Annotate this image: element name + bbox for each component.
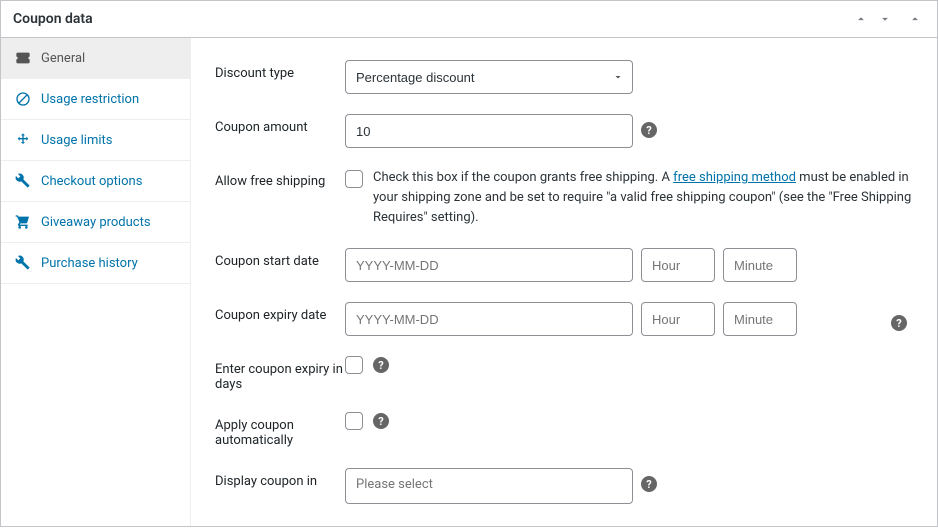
panel-controls <box>851 9 925 29</box>
field-label: Apply coupon automatically <box>215 412 345 448</box>
cart-icon <box>15 214 31 230</box>
field-label: Allow free shipping <box>215 168 345 189</box>
field-label: Coupon start date <box>215 248 345 269</box>
field-label: Coupon amount <box>215 114 345 135</box>
panel-title: Coupon data <box>13 11 93 27</box>
free-shipping-method-link[interactable]: free shipping method <box>673 170 796 185</box>
general-tab-content: Discount type Percentage discount Coupon… <box>191 38 937 526</box>
field-label: Coupon expiry date <box>215 302 345 323</box>
panel-header: Coupon data <box>1 1 937 38</box>
expiry-minute-input[interactable] <box>723 302 797 336</box>
help-icon[interactable]: ? <box>641 122 657 138</box>
sidebar-tabs: General Usage restriction Usage limits C… <box>1 38 191 526</box>
move-icon <box>15 132 31 148</box>
help-icon[interactable]: ? <box>373 357 389 373</box>
start-minute-input[interactable] <box>723 248 797 282</box>
field-label: Display coupon in <box>215 468 345 489</box>
field-auto-apply: Apply coupon automatically ? <box>215 402 913 458</box>
sidebar-item-label: Usage limits <box>41 133 112 148</box>
field-expiry-days: Enter coupon expiry in days ? <box>215 346 913 402</box>
field-expiry-date: Coupon expiry date ? <box>215 292 913 346</box>
field-display-in: Display coupon in Please select ? <box>215 458 913 514</box>
help-icon[interactable]: ? <box>891 315 907 331</box>
field-free-shipping: Allow free shipping Check this box if th… <box>215 158 913 238</box>
help-icon[interactable]: ? <box>641 476 657 492</box>
field-label: Enter coupon expiry in days <box>215 356 345 392</box>
sidebar-item-usage-restriction[interactable]: Usage restriction <box>1 79 190 120</box>
start-hour-input[interactable] <box>641 248 715 282</box>
coupon-amount-input[interactable] <box>345 114 633 148</box>
wrench-icon <box>15 255 31 271</box>
panel-body: General Usage restriction Usage limits C… <box>1 38 937 526</box>
sidebar-item-usage-limits[interactable]: Usage limits <box>1 120 190 161</box>
field-coupon-amount: Coupon amount ? <box>215 104 913 158</box>
sidebar-item-label: General <box>41 51 85 66</box>
coupon-data-panel: Coupon data General Usage restriction <box>0 0 938 527</box>
expiry-days-checkbox[interactable] <box>345 356 363 374</box>
move-down-icon[interactable] <box>875 9 895 29</box>
display-in-select[interactable]: Please select <box>345 468 633 504</box>
sidebar-item-purchase-history[interactable]: Purchase history <box>1 243 190 284</box>
move-up-icon[interactable] <box>851 9 871 29</box>
sidebar-item-label: Giveaway products <box>41 215 151 230</box>
sidebar-item-checkout-options[interactable]: Checkout options <box>1 161 190 202</box>
free-shipping-checkbox[interactable] <box>345 170 363 188</box>
help-icon[interactable]: ? <box>373 413 389 429</box>
sidebar-item-general[interactable]: General <box>1 38 190 79</box>
expiry-date-input[interactable] <box>345 302 633 336</box>
free-shipping-description: Check this box if the coupon grants free… <box>373 168 913 228</box>
field-label: Discount type <box>215 60 345 81</box>
sidebar-item-giveaway-products[interactable]: Giveaway products <box>1 202 190 243</box>
field-discount-type: Discount type Percentage discount <box>215 50 913 104</box>
wrench-icon <box>15 173 31 189</box>
sidebar-item-label: Purchase history <box>41 256 138 271</box>
auto-apply-checkbox[interactable] <box>345 412 363 430</box>
ticket-icon <box>15 50 31 66</box>
toggle-panel-icon[interactable] <box>905 9 925 29</box>
field-start-date: Coupon start date <box>215 238 913 292</box>
start-date-input[interactable] <box>345 248 633 282</box>
discount-type-select[interactable]: Percentage discount <box>345 60 633 94</box>
expiry-hour-input[interactable] <box>641 302 715 336</box>
ban-icon <box>15 91 31 107</box>
sidebar-item-label: Usage restriction <box>41 92 139 107</box>
sidebar-item-label: Checkout options <box>41 174 142 189</box>
